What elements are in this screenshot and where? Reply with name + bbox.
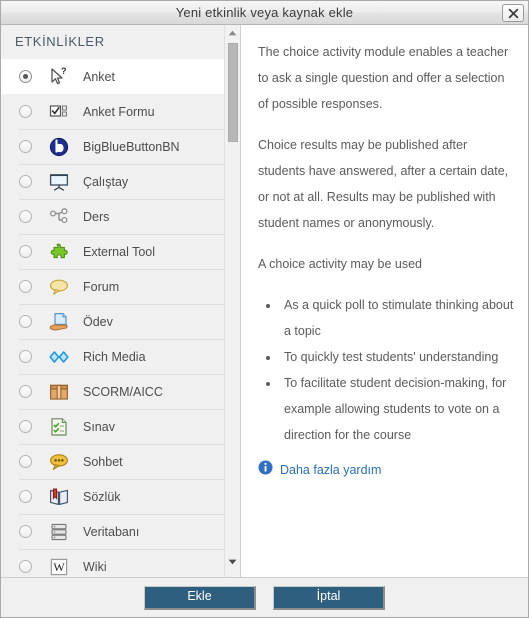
list-item-sohbet[interactable]: Sohbet — [1, 444, 240, 479]
close-button[interactable] — [502, 4, 524, 22]
radio-rich-media[interactable] — [19, 350, 32, 363]
list-item-sinav[interactable]: Sınav — [1, 409, 240, 444]
submit-button[interactable]: Ekle — [144, 585, 256, 610]
chat-bubble-icon — [47, 450, 71, 474]
radio-anket[interactable] — [19, 70, 32, 83]
radio-anket-formu[interactable] — [19, 105, 32, 118]
list-item-label: Sınav — [83, 419, 115, 434]
more-help-link[interactable]: Daha fazla yardım — [280, 463, 381, 477]
radio-wiki[interactable] — [19, 560, 32, 573]
scrollbar-thumb[interactable] — [228, 43, 238, 142]
list-item-label: Sohbet — [83, 454, 123, 469]
radio-forum[interactable] — [19, 280, 32, 293]
list-item-odev[interactable]: Ödev — [1, 304, 240, 339]
list-item-ders[interactable]: Ders — [1, 199, 240, 234]
activities-heading: ETKİNLİKLER — [1, 25, 240, 59]
open-book-icon — [47, 485, 71, 509]
dialog-content: ETKİNLİKLER ? Anket Anket Formu BigBlueB… — [1, 25, 528, 577]
speech-bubble-icon — [47, 275, 71, 299]
hand-document-icon — [47, 310, 71, 334]
list-item: To facilitate student decision-making, f… — [280, 370, 514, 448]
description-paragraph-3: A choice activity may be used — [258, 257, 422, 271]
puzzle-piece-icon — [47, 240, 71, 264]
description-paragraph-1: The choice activity module enables a tea… — [258, 45, 509, 111]
checklist-icon — [47, 415, 71, 439]
dialog-titlebar: Yeni etkinlik veya kaynak ekle — [1, 1, 528, 25]
radio-odev[interactable] — [19, 315, 32, 328]
list-item-calistay[interactable]: Çalıştay — [1, 164, 240, 199]
activity-list-scrollbar[interactable] — [224, 25, 240, 577]
radio-bigbluebuttonbn[interactable] — [19, 140, 32, 153]
list-item-label: Ders — [83, 209, 110, 224]
radio-calistay[interactable] — [19, 175, 32, 188]
description-bullet-list: As a quick poll to stimulate thinking ab… — [258, 292, 514, 448]
list-item-label: SCORM/AICC — [83, 384, 163, 399]
list-item-label: BigBlueButtonBN — [83, 139, 180, 154]
help-link-row: Daha fazla yardım — [258, 460, 514, 480]
list-item-bigbluebuttonbn[interactable]: BigBlueButtonBN — [1, 129, 240, 164]
activity-description-panel: The choice activity module enables a tea… — [242, 25, 528, 577]
list-item-external-tool[interactable]: External Tool — [1, 234, 240, 269]
cancel-button[interactable]: İptal — [273, 585, 385, 610]
info-icon — [258, 460, 273, 480]
list-item-wiki[interactable]: W Wiki — [1, 549, 240, 577]
radio-sohbet[interactable] — [19, 455, 32, 468]
checkbox-form-icon — [47, 100, 71, 124]
list-item-label: Rich Media — [83, 349, 146, 364]
list-item-sozluk[interactable]: Sözlük — [1, 479, 240, 514]
description-paragraph-2: Choice results may be published after st… — [258, 138, 509, 230]
list-item-label: Çalıştay — [83, 174, 129, 189]
radio-sozluk[interactable] — [19, 490, 32, 503]
radio-external-tool[interactable] — [19, 245, 32, 258]
list-item-anket-formu[interactable]: Anket Formu — [1, 94, 240, 129]
list-item-label: Anket Formu — [83, 104, 155, 119]
radio-sinav[interactable] — [19, 420, 32, 433]
svg-text:W: W — [53, 560, 65, 574]
radio-veritabani[interactable] — [19, 525, 32, 538]
diamonds-icon — [47, 345, 71, 369]
svg-text:?: ? — [61, 66, 67, 76]
dialog-footer: Ekle İptal — [1, 577, 528, 617]
database-icon — [47, 520, 71, 544]
activity-chooser-panel: ETKİNLİKLER ? Anket Anket Formu BigBlueB… — [1, 25, 241, 577]
package-box-icon — [47, 380, 71, 404]
wikipedia-w-icon: W — [47, 555, 71, 578]
list-item-label: Ödev — [83, 314, 113, 329]
list-item: To quickly test students' understanding — [280, 344, 514, 370]
list-item-veritabani[interactable]: Veritabanı — [1, 514, 240, 549]
list-item-label: Wiki — [83, 559, 107, 574]
radio-scorm-aicc[interactable] — [19, 385, 32, 398]
list-item-label: Veritabanı — [83, 524, 140, 539]
bigbluebutton-icon — [47, 135, 71, 159]
scroll-up-arrow-icon[interactable] — [225, 25, 240, 40]
list-item: As a quick poll to stimulate thinking ab… — [280, 292, 514, 344]
close-icon — [508, 8, 519, 19]
radio-ders[interactable] — [19, 210, 32, 223]
list-item-label: External Tool — [83, 244, 156, 259]
dialog-title: Yeni etkinlik veya kaynak ekle — [175, 5, 354, 20]
presentation-board-icon — [47, 170, 71, 194]
scroll-down-arrow-icon[interactable] — [225, 554, 240, 569]
add-activity-dialog: Yeni etkinlik veya kaynak ekle ETKİNLİKL… — [0, 0, 529, 618]
list-item-forum[interactable]: Forum — [1, 269, 240, 304]
list-item-scorm-aicc[interactable]: SCORM/AICC — [1, 374, 240, 409]
list-item-rich-media[interactable]: Rich Media — [1, 339, 240, 374]
cursor-question-icon: ? — [47, 65, 71, 89]
activity-list: ? Anket Anket Formu BigBlueButtonBN Çalı… — [1, 59, 240, 577]
list-item-anket[interactable]: ? Anket — [1, 59, 240, 94]
list-item-label: Sözlük — [83, 489, 121, 504]
node-tree-icon — [47, 205, 71, 229]
list-item-label: Forum — [83, 279, 120, 294]
list-item-label: Anket — [83, 69, 115, 84]
